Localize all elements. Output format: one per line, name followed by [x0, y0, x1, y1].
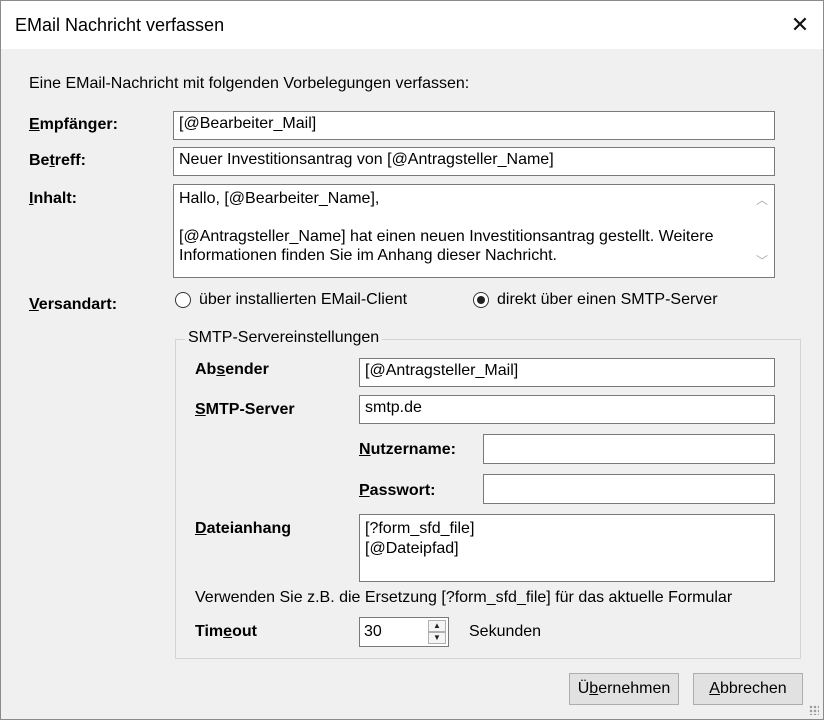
radio-email-client[interactable]: [175, 292, 191, 308]
nutzername-label: Nutzername:: [359, 441, 456, 458]
ersetzung-hint: Verwenden Sie z.B. die Ersetzung [?form_…: [195, 589, 733, 606]
inhalt-line: Hallo, [@Bearbeiter_Name],: [179, 190, 380, 207]
scroll-up-icon[interactable]: ︿: [756, 191, 768, 210]
timeout-spinner[interactable]: 30 ▲ ▼: [359, 617, 449, 647]
inhalt-textarea[interactable]: Hallo, [@Bearbeiter_Name], [@Antragstell…: [173, 184, 775, 278]
smtp-server-input[interactable]: smtp.de: [359, 395, 775, 424]
smtp-server-label: SMTP-Server: [195, 401, 295, 418]
passwort-label: Passwort:: [359, 482, 436, 499]
dateianhang-line: [@Dateipfad]: [365, 540, 459, 557]
email-dialog: EMail Nachricht verfassen ✕ Eine EMail-N…: [0, 0, 824, 720]
dateianhang-label: Dateianhang: [195, 520, 292, 537]
abbrechen-button[interactable]: Abbrechen: [693, 673, 803, 705]
dateianhang-textarea[interactable]: [?form_sfd_file] [@Dateipfad]: [359, 514, 775, 582]
resize-grip-icon[interactable]: [809, 705, 819, 715]
passwort-input[interactable]: [483, 474, 775, 504]
inhalt-line: [@Antragsteller_Name] hat einen neuen In…: [179, 228, 714, 245]
close-icon[interactable]: ✕: [777, 1, 823, 49]
inhalt-scrollbar[interactable]: ︿ ﹀: [750, 185, 774, 277]
inhalt-label: Inhalt:: [29, 190, 77, 207]
radio-email-client-label[interactable]: über installierten EMail-Client: [199, 291, 407, 309]
timeout-unit: Sekunden: [469, 623, 542, 640]
absender-label: Absender: [195, 361, 269, 378]
nutzername-input[interactable]: [483, 434, 775, 464]
empfaenger-label: Empfänger:: [29, 116, 118, 133]
betreff-label: Betreff:: [29, 152, 86, 169]
intro-text: Eine EMail-Nachricht mit folgenden Vorbe…: [29, 75, 470, 92]
scroll-down-icon[interactable]: ﹀: [756, 252, 768, 271]
timeout-value[interactable]: 30: [364, 623, 382, 641]
versandart-label: Versandart:: [29, 296, 118, 313]
betreff-input[interactable]: Neuer Investitionsantrag von [@Antragste…: [173, 147, 775, 176]
radio-smtp-server[interactable]: [473, 292, 489, 308]
dateianhang-line: [?form_sfd_file]: [365, 520, 475, 537]
smtp-group-title: SMTP-Servereinstellungen: [185, 329, 383, 347]
spin-up-icon[interactable]: ▲: [428, 620, 446, 632]
inhalt-line: Informationen finden Sie im Anhang diese…: [179, 247, 557, 264]
uebernehmen-button[interactable]: Übernehmen: [569, 673, 679, 705]
window-title: EMail Nachricht verfassen: [15, 15, 225, 35]
inhalt-line: [179, 208, 769, 227]
title-bar: EMail Nachricht verfassen ✕: [1, 1, 823, 49]
spinner-buttons: ▲ ▼: [428, 620, 446, 644]
absender-input[interactable]: [@Antragsteller_Mail]: [359, 358, 775, 387]
empfaenger-input[interactable]: [@Bearbeiter_Mail]: [173, 111, 775, 140]
timeout-label: Timeout: [195, 623, 257, 640]
radio-smtp-server-label[interactable]: direkt über einen SMTP-Server: [497, 291, 718, 309]
spin-down-icon[interactable]: ▼: [428, 632, 446, 644]
